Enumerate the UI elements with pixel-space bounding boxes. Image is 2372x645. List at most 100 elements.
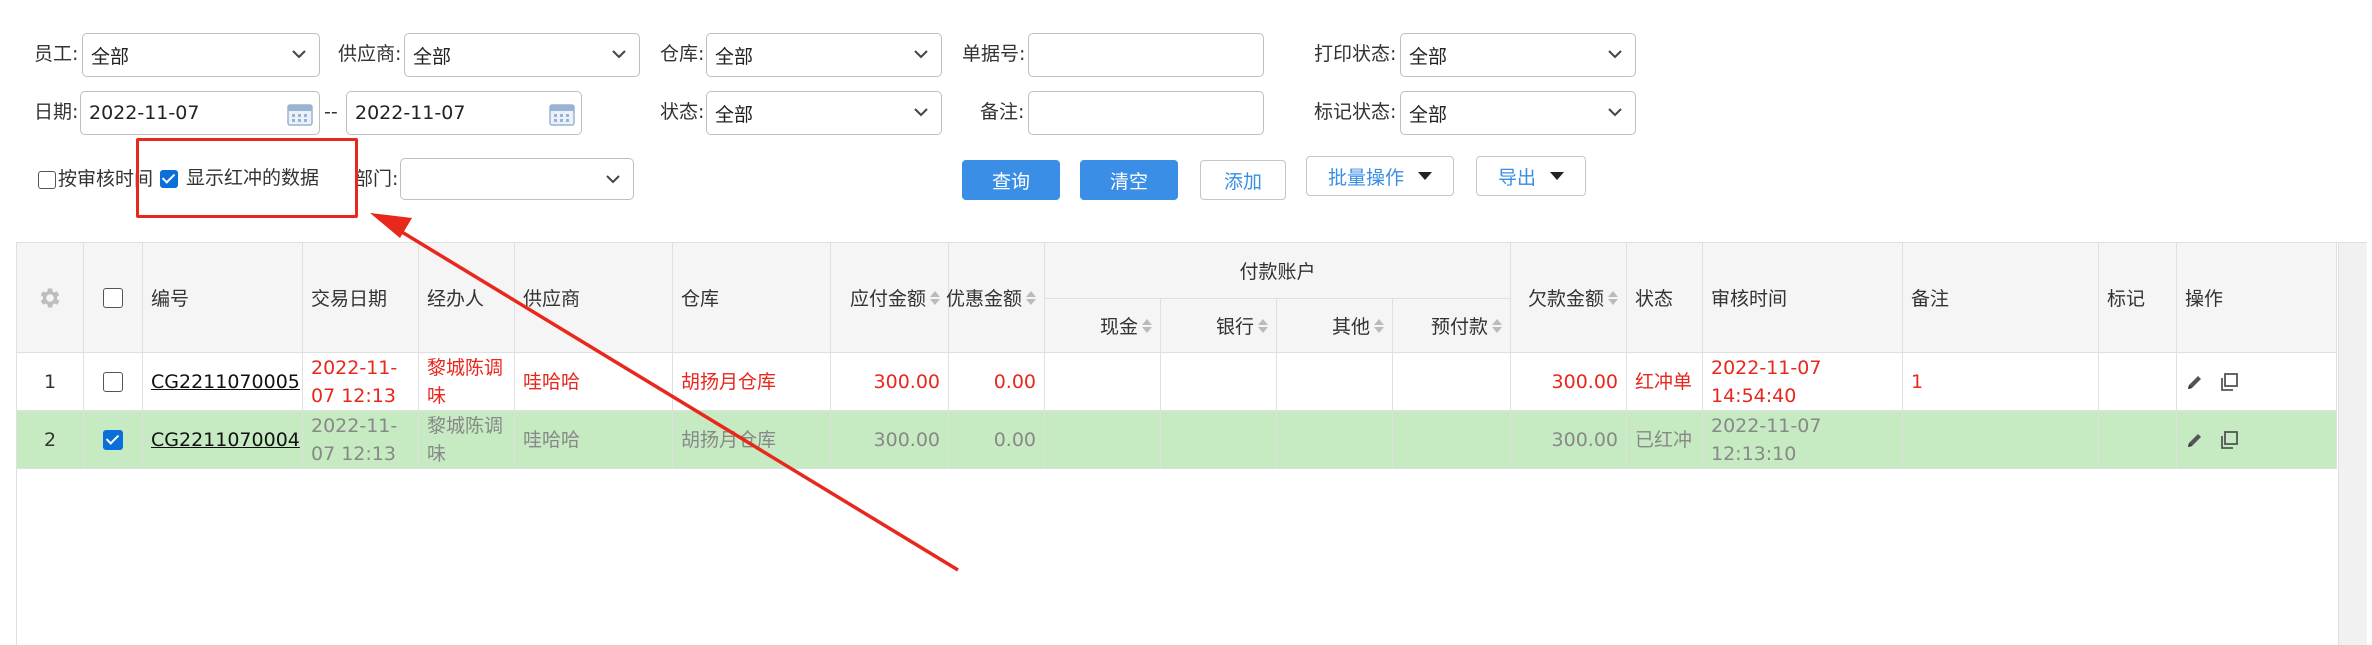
col-prepaid[interactable]: 预付款: [1393, 299, 1511, 353]
date-to-input[interactable]: 2022-11-07: [346, 91, 582, 135]
cell-other: [1277, 353, 1393, 411]
supplier-select-value: 全部: [413, 45, 452, 68]
col-other[interactable]: 其他: [1277, 299, 1393, 353]
col-ops: 操作: [2177, 243, 2337, 353]
col-warehouse: 仓库: [673, 243, 831, 353]
batch-ops-button[interactable]: 批量操作: [1306, 156, 1454, 196]
sort-icon[interactable]: [1374, 318, 1384, 333]
cell-payable: 300.00: [831, 353, 949, 411]
calendar-icon[interactable]: [287, 102, 313, 126]
sort-icon[interactable]: [1492, 318, 1502, 333]
col-supplier: 供应商: [515, 243, 673, 353]
chevron-down-icon: [914, 108, 928, 117]
row-checkbox[interactable]: [103, 371, 123, 392]
cell-prepaid: [1393, 411, 1511, 469]
col-group-pay-account: 付款账户: [1045, 243, 1511, 299]
date-separator: --: [324, 101, 338, 123]
col-bank-label: 银行: [1215, 316, 1254, 338]
pencil-icon[interactable]: [2185, 430, 2205, 450]
col-owed[interactable]: 欠款金额: [1511, 243, 1627, 353]
col-audit-time: 审核时间: [1703, 243, 1903, 353]
chevron-down-icon: [1608, 50, 1622, 59]
sort-icon[interactable]: [930, 290, 940, 305]
supplier-select[interactable]: 全部: [404, 33, 640, 77]
col-cash[interactable]: 现金: [1045, 299, 1161, 353]
cell-prepaid: [1393, 353, 1511, 411]
col-payable[interactable]: 应付金额: [831, 243, 949, 353]
mark-status-select[interactable]: 全部: [1400, 91, 1636, 135]
query-button[interactable]: 查询: [962, 160, 1060, 200]
doc-no-input[interactable]: [1028, 33, 1264, 77]
cell-warehouse: 胡扬月仓库: [673, 411, 831, 469]
date-from-value: 2022-11-07: [89, 102, 200, 124]
col-mark: 标记: [2099, 243, 2177, 353]
copy-icon[interactable]: [2219, 372, 2239, 392]
row-checkbox[interactable]: [103, 429, 123, 450]
col-payable-label: 应付金额: [849, 288, 926, 310]
doc-code-link[interactable]: CG2211070005: [151, 368, 300, 396]
sort-icon[interactable]: [1026, 290, 1036, 305]
select-all-checkbox[interactable]: [103, 287, 123, 308]
cell-bank: [1161, 411, 1277, 469]
cell-other: [1277, 411, 1393, 469]
clear-button[interactable]: 清空: [1080, 160, 1178, 200]
dept-select[interactable]: [400, 158, 634, 200]
doc-code-link[interactable]: CG2211070004: [151, 426, 300, 454]
doc-no-label: 单据号:: [962, 43, 1026, 65]
cell-handler: 黎城陈调味: [419, 353, 515, 411]
calendar-icon[interactable]: [549, 102, 575, 126]
row-index: 2: [43, 428, 57, 451]
cell-trade-date: 2022-11-07 12:13: [303, 411, 419, 469]
add-button[interactable]: 添加: [1200, 160, 1286, 200]
select-all-cell[interactable]: [84, 243, 143, 353]
row-index: 1: [43, 370, 57, 393]
pencil-icon[interactable]: [2185, 372, 2205, 392]
col-owed-label: 欠款金额: [1527, 288, 1604, 310]
sort-icon[interactable]: [1142, 318, 1152, 333]
chevron-down-icon: [914, 50, 928, 59]
print-status-label: 打印状态:: [1314, 43, 1397, 65]
sort-icon[interactable]: [1258, 318, 1268, 333]
cell-supplier: 哇哈哈: [515, 353, 673, 411]
cell-mark: [2099, 353, 2177, 411]
annotation-highlight-box: [136, 138, 358, 218]
cell-audit-time: 2022-11-07 12:13:10: [1703, 411, 1903, 469]
column-settings-cell[interactable]: [17, 243, 84, 353]
col-prepaid-label: 预付款: [1430, 316, 1488, 338]
export-label: 导出: [1497, 166, 1536, 189]
col-discount[interactable]: 优惠金额: [946, 243, 1045, 353]
caret-down-icon: [1550, 172, 1564, 180]
export-button[interactable]: 导出: [1476, 156, 1586, 196]
print-status-select[interactable]: 全部: [1400, 33, 1636, 77]
cell-ops: [2177, 353, 2337, 411]
sort-icon[interactable]: [1608, 290, 1618, 305]
cell-supplier: 哇哈哈: [515, 411, 673, 469]
employee-select-value: 全部: [91, 45, 130, 68]
caret-down-icon: [1418, 172, 1432, 180]
cell-cash: [1045, 353, 1161, 411]
employee-select[interactable]: 全部: [82, 33, 320, 77]
cell-remark: [1903, 411, 2099, 469]
copy-icon[interactable]: [2219, 430, 2239, 450]
cell-audit-time: 2022-11-07 14:54:40: [1703, 353, 1903, 411]
cell-trade-date: 2022-11-07 12:13: [303, 353, 419, 411]
print-status-select-value: 全部: [1409, 45, 1448, 68]
by-audit-time-checkbox[interactable]: [38, 171, 56, 189]
col-other-label: 其他: [1331, 316, 1370, 338]
batch-ops-label: 批量操作: [1327, 166, 1404, 189]
warehouse-label: 仓库:: [660, 43, 705, 65]
cell-status: 红冲单: [1627, 353, 1703, 411]
cell-discount: 0.00: [949, 353, 1045, 411]
status-select[interactable]: 全部: [706, 91, 942, 135]
vertical-scrollbar[interactable]: [2338, 243, 2367, 645]
cell-ops: [2177, 411, 2337, 469]
gear-icon[interactable]: [37, 285, 63, 311]
date-to-value: 2022-11-07: [355, 102, 466, 124]
date-from-input[interactable]: 2022-11-07: [80, 91, 320, 135]
table-row[interactable]: 1 CG2211070005 2022-11-07 12:13 黎城陈调味 哇哈…: [17, 353, 2337, 411]
table-row[interactable]: 2 CG2211070004 2022-11-07 12:13 黎城陈调味 哇哈…: [17, 411, 2337, 469]
warehouse-select[interactable]: 全部: [706, 33, 942, 77]
col-bank[interactable]: 银行: [1161, 299, 1277, 353]
cell-warehouse: 胡扬月仓库: [673, 353, 831, 411]
remark-input[interactable]: [1028, 91, 1264, 135]
